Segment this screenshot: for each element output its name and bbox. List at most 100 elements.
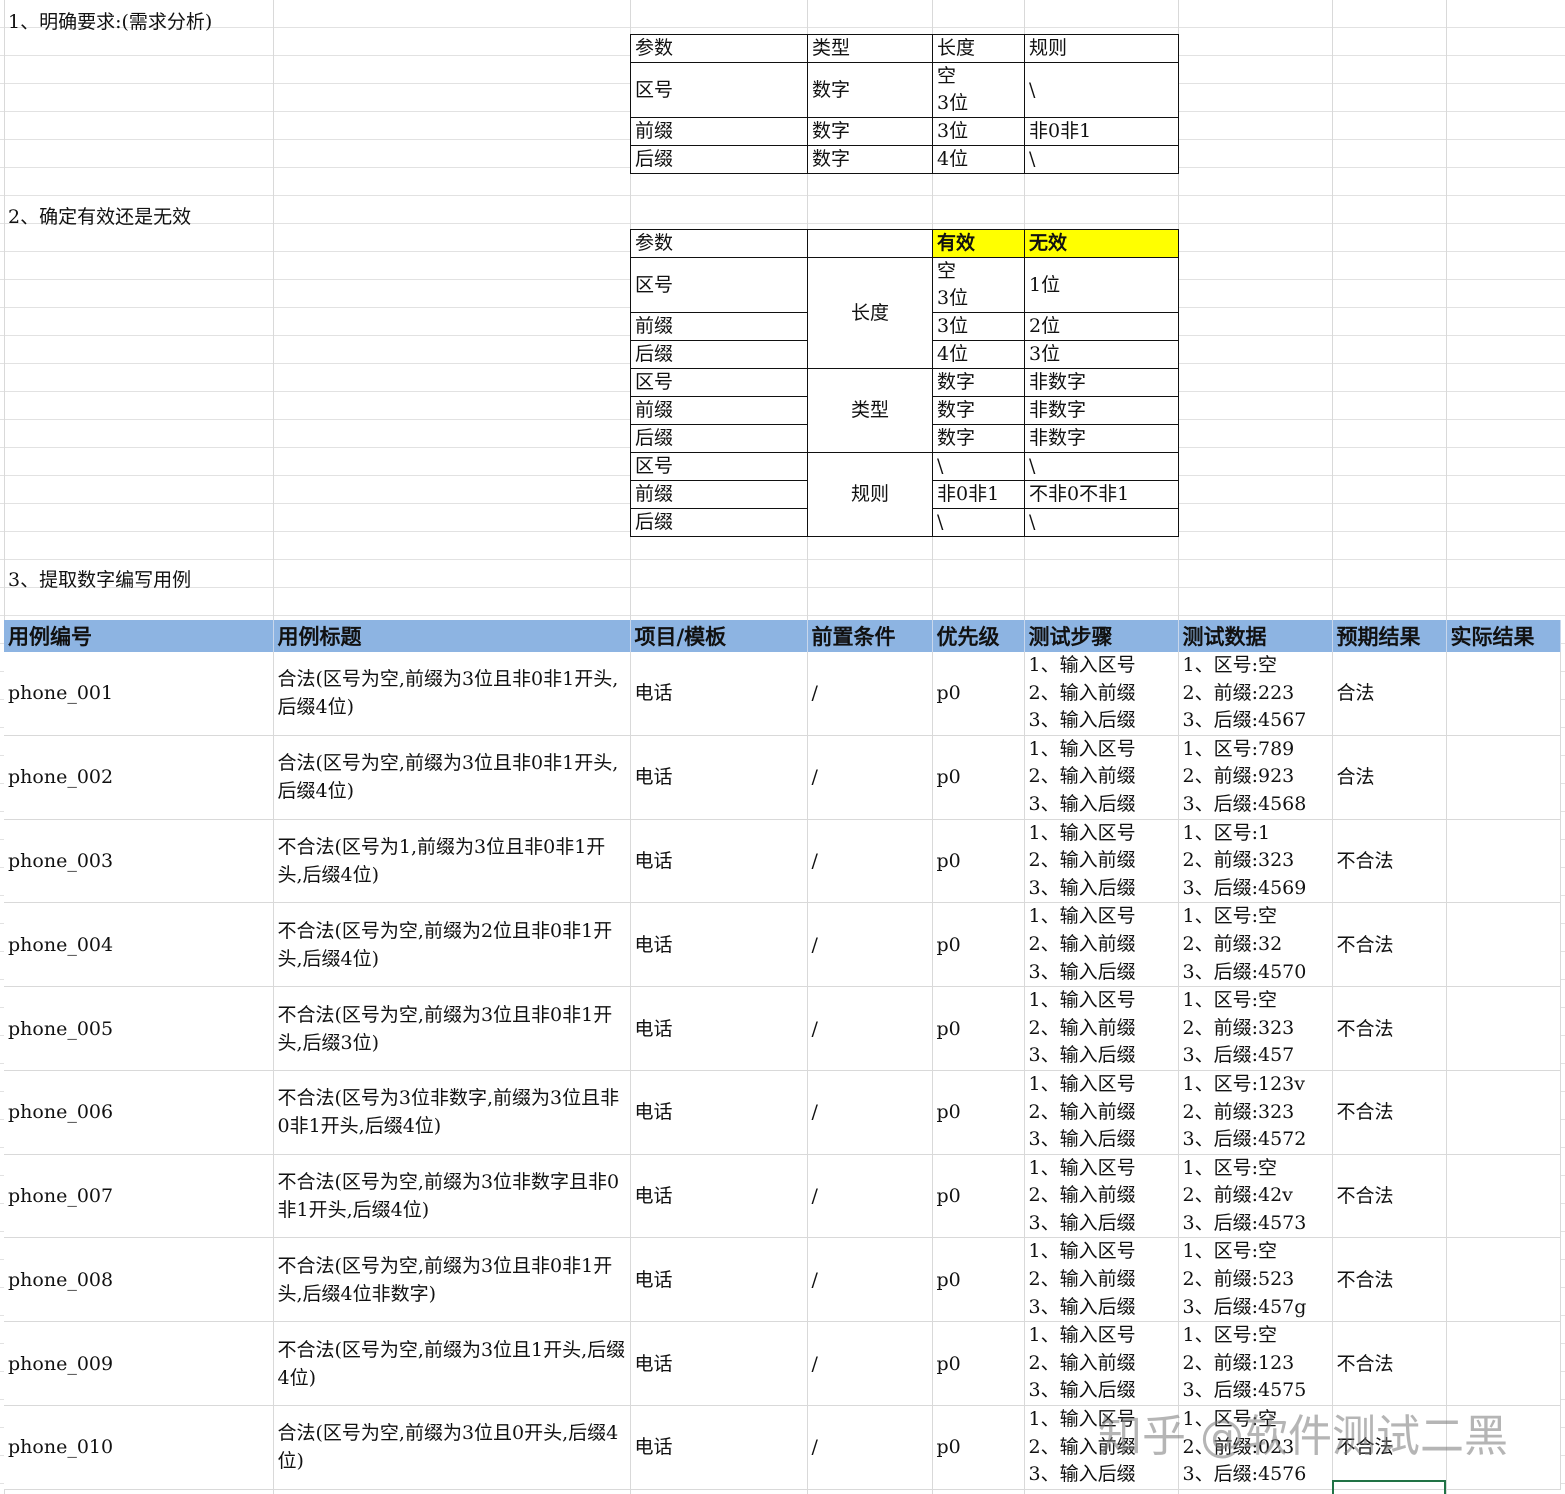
cell-module[interactable]: 电话 [630, 1237, 808, 1323]
cell-steps[interactable]: 1、输入区号 2、输入前缀 3、输入后缀 [1024, 652, 1179, 736]
cell-id[interactable]: phone_010 [4, 1405, 274, 1490]
cell-actual[interactable] [1446, 735, 1561, 820]
cell-data[interactable]: 1、区号:空 2、前缀:123 3、后缀:4575 [1178, 1321, 1333, 1407]
cell-expected[interactable]: 合法 [1332, 735, 1447, 820]
cell-pre[interactable]: / [807, 1070, 933, 1155]
cell-id[interactable]: phone_005 [4, 986, 274, 1071]
cell-steps[interactable]: 1、输入区号 2、输入前缀 3、输入后缀 [1024, 1070, 1179, 1155]
cell-title[interactable]: 合法(区号为空,前缀为3位且非0非1开头,后缀4位) [273, 652, 631, 736]
cell-expected[interactable]: 不合法 [1332, 1321, 1447, 1407]
selected-cell[interactable] [1332, 1480, 1446, 1494]
cell[interactable]: 数字 [807, 117, 933, 146]
cell-id[interactable]: phone_002 [4, 735, 274, 820]
cell[interactable]: 空 3位 [932, 257, 1025, 313]
column-header[interactable]: 项目/模板 [630, 620, 808, 652]
cell[interactable]: \ [1024, 145, 1179, 174]
cell[interactable]: 2位 [1024, 312, 1179, 341]
cell-actual[interactable] [1446, 902, 1561, 988]
cell-priority[interactable]: p0 [932, 986, 1025, 1071]
cell[interactable]: 后缀 [630, 508, 808, 537]
cell-steps[interactable]: 1、输入区号 2、输入前缀 3、输入后缀 [1024, 735, 1179, 820]
cell-id[interactable]: phone_003 [4, 819, 274, 904]
cell[interactable]: 区号 [630, 368, 808, 397]
cell-title[interactable]: 不合法(区号为空,前缀为2位且非0非1开头,后缀4位) [273, 902, 631, 988]
cell[interactable]: 前缀 [630, 117, 808, 146]
cell-steps[interactable]: 1、输入区号 2、输入前缀 3、输入后缀 [1024, 1321, 1179, 1407]
column-header[interactable]: 用例编号 [4, 620, 274, 652]
cell-expected[interactable]: 不合法 [1332, 819, 1447, 904]
cell[interactable]: 数字 [807, 62, 933, 118]
cell-pre[interactable]: / [807, 652, 933, 736]
cell-expected[interactable]: 不合法 [1332, 1154, 1447, 1239]
cell[interactable]: 参数 [630, 229, 808, 258]
cell-actual[interactable] [1446, 986, 1561, 1071]
cell[interactable]: 类型 [807, 34, 933, 63]
cell-pre[interactable]: / [807, 1237, 933, 1323]
cell[interactable]: 后缀 [630, 424, 808, 453]
cell[interactable]: \ [1024, 508, 1179, 537]
cell[interactable]: 不非0不非1 [1024, 480, 1179, 509]
cell[interactable]: 参数 [630, 34, 808, 63]
column-header[interactable]: 前置条件 [807, 620, 933, 652]
cell-pre[interactable]: / [807, 1321, 933, 1407]
column-header[interactable]: 测试数据 [1178, 620, 1333, 652]
cell[interactable]: 非数字 [1024, 368, 1179, 397]
cell-data[interactable]: 1、区号:空 2、前缀:223 3、后缀:4567 [1178, 652, 1333, 736]
cell-expected[interactable]: 不合法 [1332, 1070, 1447, 1155]
cell[interactable]: 数字 [932, 424, 1025, 453]
cell-data[interactable]: 1、区号:789 2、前缀:923 3、后缀:4568 [1178, 735, 1333, 820]
cell-data[interactable]: 1、区号:空 2、前缀:323 3、后缀:457 [1178, 986, 1333, 1071]
cell-actual[interactable] [1446, 1070, 1561, 1155]
cell-priority[interactable]: p0 [932, 1405, 1025, 1490]
cell-title[interactable]: 不合法(区号为空,前缀为3位且非0非1开头,后缀3位) [273, 986, 631, 1071]
cell[interactable]: 长度 [932, 34, 1025, 63]
cell-module[interactable]: 电话 [630, 1070, 808, 1155]
cell[interactable]: 3位 [932, 312, 1025, 341]
cell-expected[interactable]: 不合法 [1332, 986, 1447, 1071]
cell-title[interactable]: 不合法(区号为空,前缀为3位且1开头,后缀4位) [273, 1321, 631, 1407]
cell[interactable]: \ [932, 452, 1025, 481]
cell-id[interactable]: phone_007 [4, 1154, 274, 1239]
cell-priority[interactable]: p0 [932, 1154, 1025, 1239]
cell[interactable]: 区号 [630, 62, 808, 118]
cell[interactable]: 4位 [932, 340, 1025, 369]
cell[interactable]: 数字 [932, 368, 1025, 397]
cell-expected[interactable]: 合法 [1332, 652, 1447, 736]
cell-priority[interactable]: p0 [932, 819, 1025, 904]
cell-pre[interactable]: / [807, 902, 933, 988]
cell[interactable]: 前缀 [630, 480, 808, 509]
cell-module[interactable]: 电话 [630, 1321, 808, 1407]
cell-pre[interactable]: / [807, 735, 933, 820]
cell[interactable]: 空 3位 [932, 62, 1025, 118]
cell[interactable]: 数字 [807, 145, 933, 174]
cell-title[interactable]: 不合法(区号为空,前缀为3位且非0非1开头,后缀4位非数字) [273, 1237, 631, 1323]
cell-id[interactable]: phone_006 [4, 1070, 274, 1155]
cell[interactable]: 区号 [630, 452, 808, 481]
cell-id[interactable]: phone_004 [4, 902, 274, 988]
cell-module[interactable]: 电话 [630, 986, 808, 1071]
cell[interactable]: 非数字 [1024, 396, 1179, 425]
cell-priority[interactable]: p0 [932, 1070, 1025, 1155]
cell-module[interactable]: 电话 [630, 735, 808, 820]
column-header[interactable]: 用例标题 [273, 620, 631, 652]
cell-module[interactable]: 电话 [630, 902, 808, 988]
cell[interactable]: 3位 [1024, 340, 1179, 369]
group-label[interactable]: 长度 [807, 257, 933, 369]
column-header[interactable]: 优先级 [932, 620, 1025, 652]
cell-steps[interactable]: 1、输入区号 2、输入前缀 3、输入后缀 [1024, 986, 1179, 1071]
group-label[interactable]: 类型 [807, 368, 933, 453]
cell-module[interactable]: 电话 [630, 1405, 808, 1490]
cell-data[interactable]: 1、区号:空 2、前缀:523 3、后缀:457g [1178, 1237, 1333, 1323]
cell-priority[interactable]: p0 [932, 735, 1025, 820]
cell[interactable]: 后缀 [630, 340, 808, 369]
cell-expected[interactable]: 不合法 [1332, 1237, 1447, 1323]
invalid-header[interactable]: 无效 [1024, 229, 1179, 258]
cell-steps[interactable]: 1、输入区号 2、输入前缀 3、输入后缀 [1024, 819, 1179, 904]
cell[interactable]: 非0非1 [932, 480, 1025, 509]
cell[interactable]: \ [1024, 62, 1179, 118]
cell[interactable]: 4位 [932, 145, 1025, 174]
cell-actual[interactable] [1446, 1237, 1561, 1323]
cell-steps[interactable]: 1、输入区号 2、输入前缀 3、输入后缀 [1024, 1237, 1179, 1323]
cell-module[interactable]: 电话 [630, 652, 808, 736]
cell-title[interactable]: 不合法(区号为3位非数字,前缀为3位且非0非1开头,后缀4位) [273, 1070, 631, 1155]
